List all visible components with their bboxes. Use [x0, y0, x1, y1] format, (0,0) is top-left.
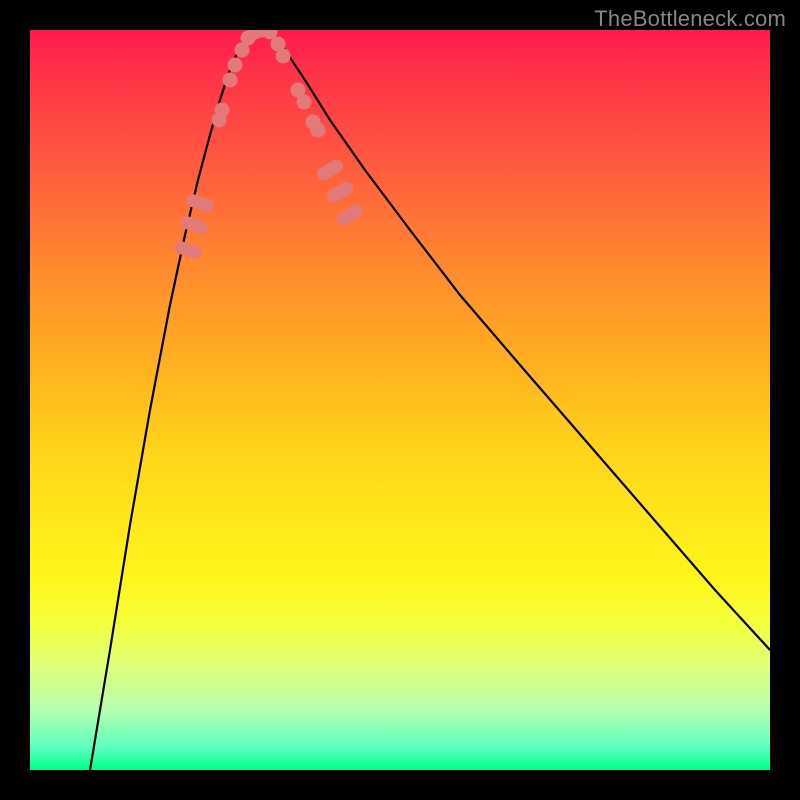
data-marker: [315, 157, 346, 182]
data-marker: [297, 95, 312, 110]
chart-frame: TheBottleneck.com: [0, 0, 800, 800]
data-marker: [335, 202, 366, 228]
data-marker: [185, 192, 216, 213]
right-curve: [270, 30, 770, 650]
watermark-text: TheBottleneck.com: [594, 6, 786, 32]
data-marker: [215, 103, 230, 118]
left-curve: [90, 30, 250, 770]
data-marker: [325, 179, 356, 204]
chart-svg: [30, 30, 770, 770]
data-marker: [306, 115, 321, 130]
data-marker: [228, 58, 243, 73]
data-marker: [173, 239, 204, 260]
data-markers: [173, 30, 366, 261]
data-marker: [179, 214, 210, 235]
data-marker: [223, 73, 238, 88]
plot-area: [30, 30, 770, 770]
data-marker: [276, 49, 291, 64]
